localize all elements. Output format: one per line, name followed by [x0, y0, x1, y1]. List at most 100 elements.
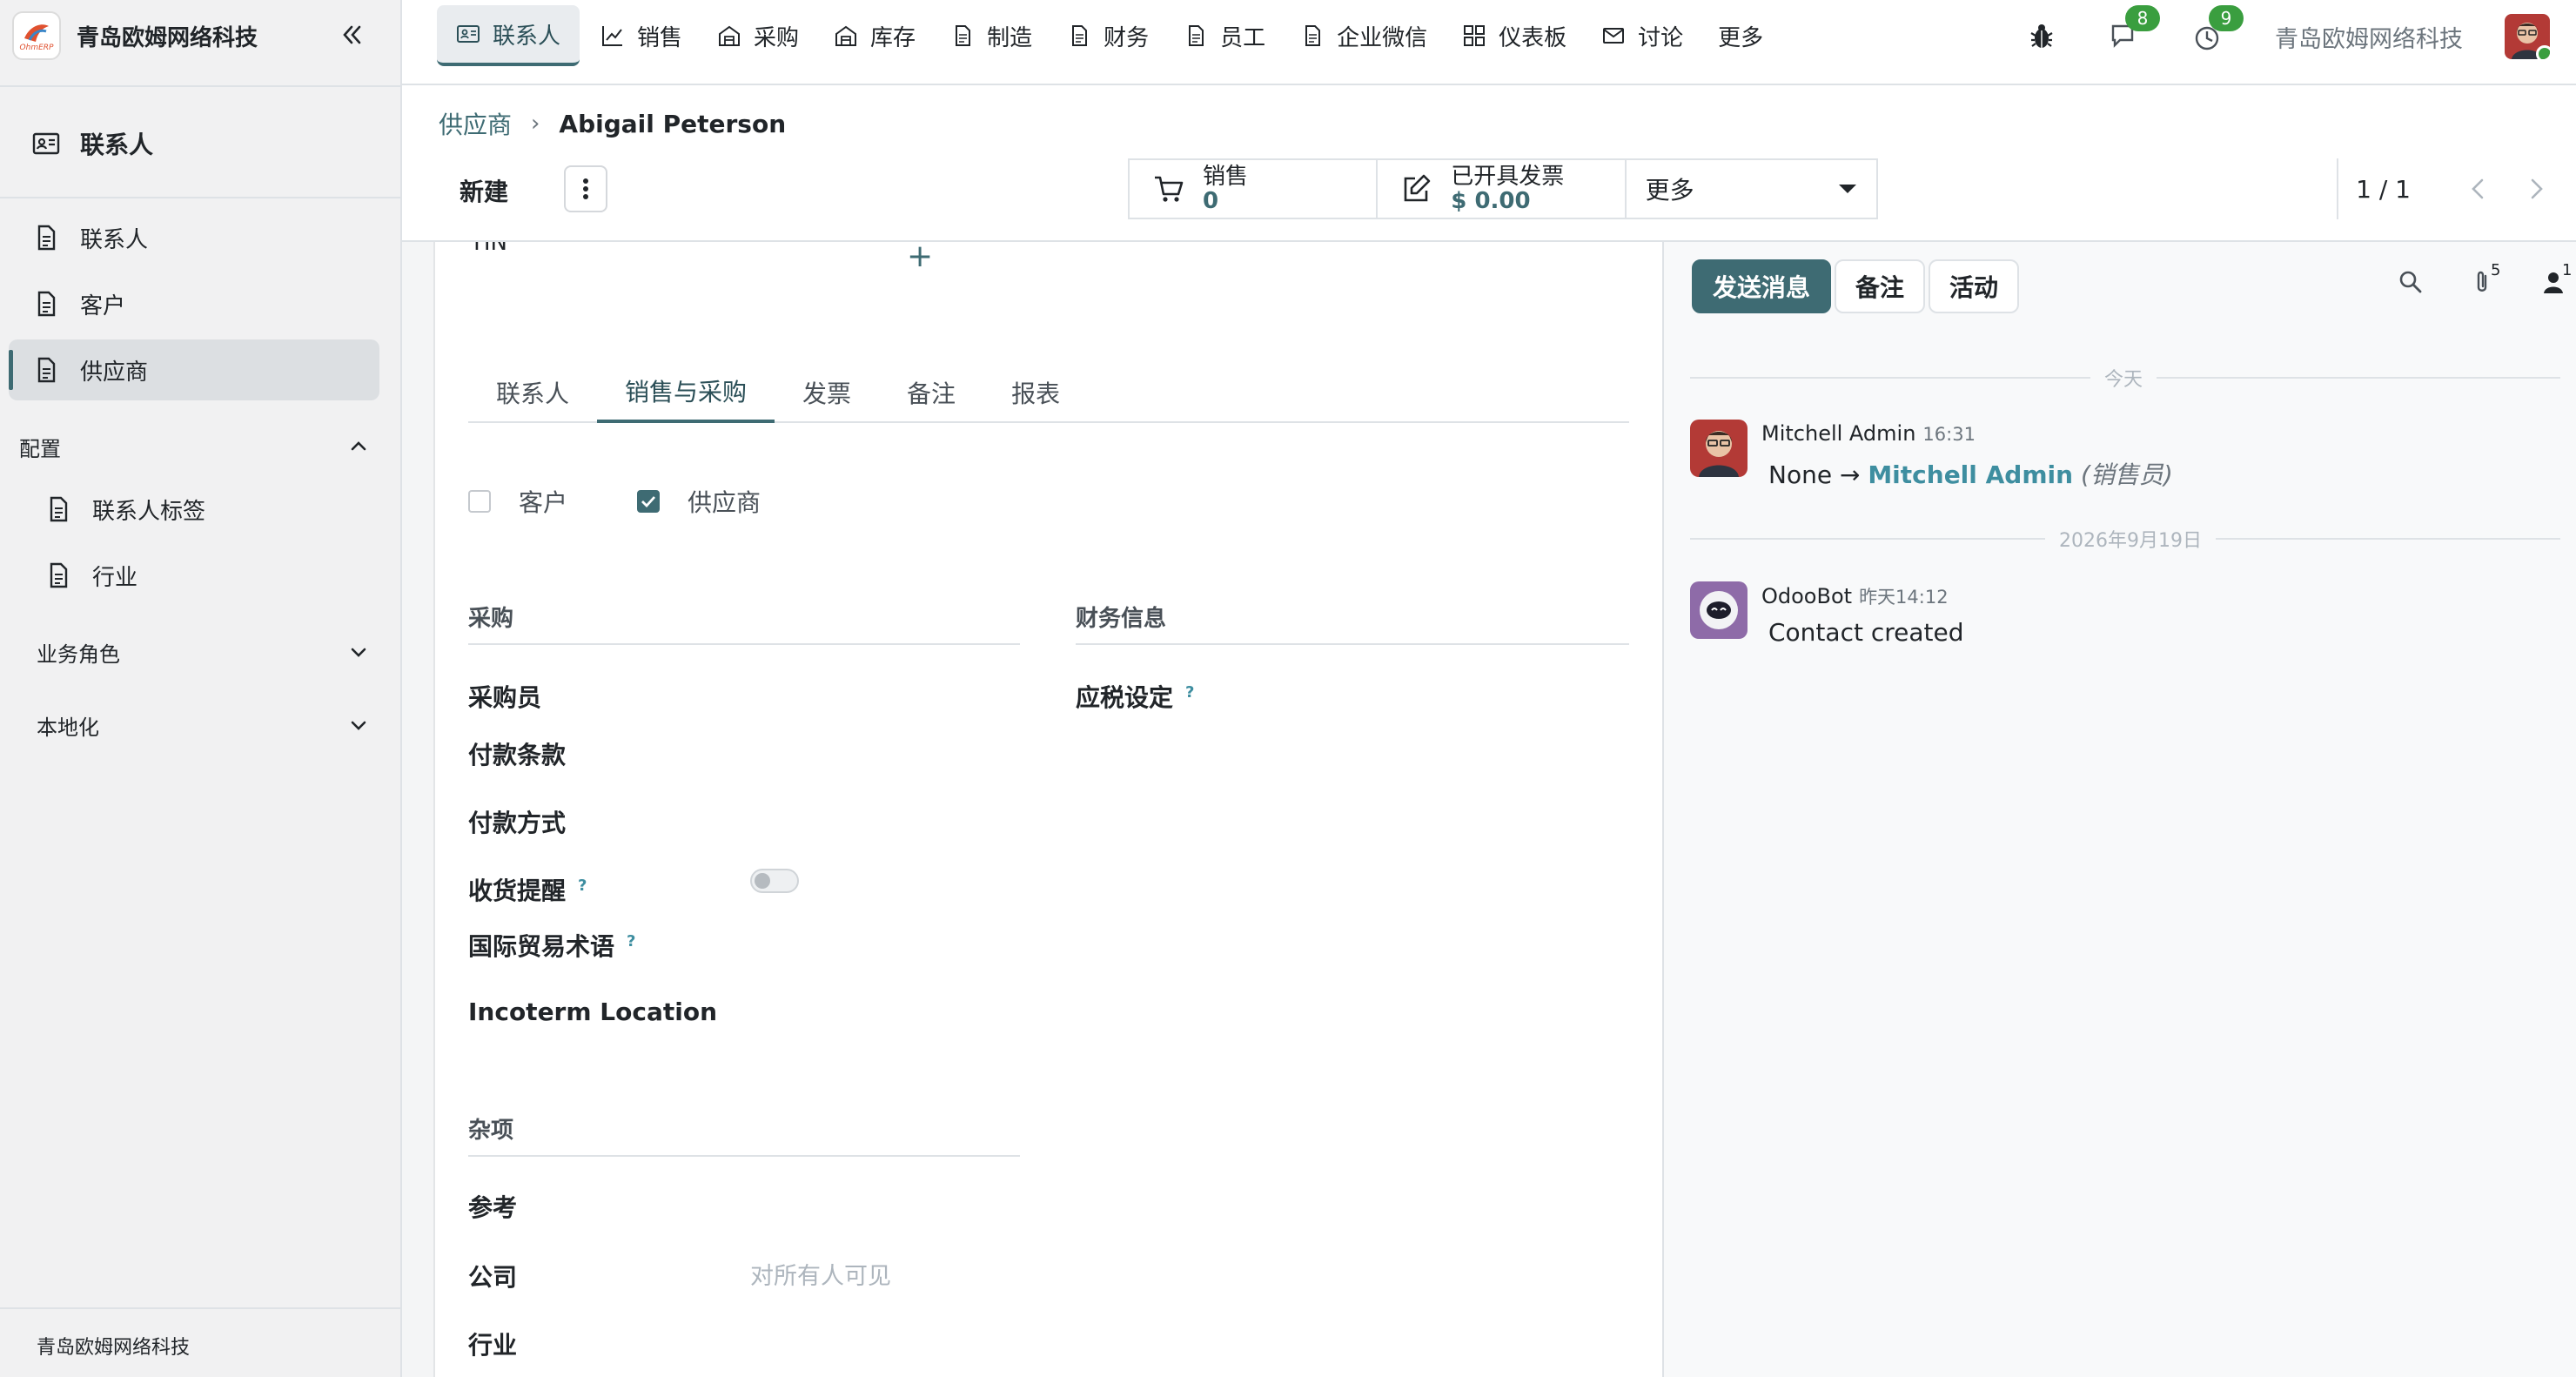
sidebar-item-contact-tags[interactable]: 联系人标签 [23, 479, 379, 540]
author-name[interactable]: OdooBot [1761, 584, 1852, 608]
smart-button-invoiced[interactable]: 已开具发票 $ 0.00 [1378, 160, 1627, 218]
document-icon [37, 357, 56, 383]
grid-icon [1464, 25, 1486, 46]
messages-icon[interactable]: 8 [2108, 5, 2160, 54]
paperclip-icon[interactable]: 5 [2468, 261, 2500, 296]
sidebar-item-suppliers[interactable]: 供应商 [9, 339, 379, 400]
customer-checkbox[interactable] [468, 490, 491, 513]
tab-notes[interactable]: 备注 [879, 362, 983, 423]
field-label-fiscal-position: 应税设定? [1076, 679, 1194, 714]
more-label: 更多 [1645, 176, 1694, 205]
log-note-button[interactable]: 备注 [1835, 259, 1926, 313]
add-plus-button[interactable]: + [907, 238, 933, 274]
chevron-down-icon [351, 648, 366, 657]
sidebar-item-contacts[interactable]: 联系人 [9, 207, 379, 268]
breadcrumb-current: Abigail Peterson [559, 109, 787, 138]
send-message-button[interactable]: 发送消息 [1692, 259, 1832, 313]
partner-type-checkboxes: 客户 供应商 [468, 484, 830, 519]
message-avatar-mitchell[interactable] [1690, 420, 1748, 477]
help-tooltip-icon[interactable]: ? [578, 877, 587, 895]
receipt-reminder-toggle[interactable] [750, 869, 799, 893]
label-text: 收货提醒 [468, 877, 567, 905]
followers-user-icon[interactable]: 1 [2539, 261, 2572, 296]
collapse-sidebar-icon[interactable] [338, 21, 366, 49]
field-label-buyer: 采购员 [468, 679, 541, 714]
menu-discuss[interactable]: 讨论 [1587, 5, 1697, 66]
menu-label: 库存 [870, 24, 916, 51]
field-label-company: 公司 [468, 1259, 517, 1293]
help-tooltip-icon[interactable]: ? [627, 932, 635, 950]
menu-wecom[interactable]: 企业微信 [1286, 5, 1441, 66]
pager-value[interactable]: 1 / 1 [2337, 158, 2411, 219]
smart-button-sales[interactable]: 销售 0 [1130, 160, 1379, 218]
customer-checkbox-label: 客户 [519, 488, 568, 517]
menu-label: 企业微信 [1337, 24, 1428, 51]
sidebar-footer-company[interactable]: 青岛欧姆网络科技 [37, 1332, 190, 1360]
activities-button[interactable]: 活动 [1929, 259, 2020, 313]
label-text: 采购员 [468, 683, 542, 712]
sidebar-section-config[interactable]: 配置 [19, 425, 378, 468]
supplier-checkbox[interactable] [637, 490, 661, 513]
label-text: 付款方式 [468, 809, 567, 837]
company-field-input[interactable]: 对所有人可见 [750, 1257, 891, 1291]
debug-bug-icon[interactable] [2024, 19, 2059, 54]
contact-card-icon [457, 25, 480, 43]
sidebar-section-localization[interactable]: 本地化 [37, 703, 378, 747]
menu-purchase[interactable]: 采购 [703, 5, 813, 66]
author-name[interactable]: Mitchell Admin [1761, 421, 1915, 446]
new-button[interactable]: 新建 [439, 167, 529, 214]
sidebar-section-label: 本地化 [37, 715, 99, 740]
tab-contacts[interactable]: 联系人 [468, 362, 597, 423]
label-text: Incoterm Location [468, 997, 718, 1026]
tab-reports[interactable]: 报表 [983, 362, 1088, 423]
menu-inventory[interactable]: 库存 [820, 5, 929, 66]
menu-label: 讨论 [1638, 24, 1684, 51]
menu-employees[interactable]: 员工 [1170, 5, 1279, 66]
field-label-payment-terms: 付款条款 [468, 736, 566, 771]
menu-dashboards[interactable]: 仪表板 [1448, 5, 1580, 66]
menu-manufacturing[interactable]: 制造 [936, 5, 1046, 66]
menu-accounting[interactable]: 财务 [1053, 5, 1163, 66]
actions-menu-button[interactable] [564, 165, 607, 212]
chatter-tools: 5 1 [2353, 261, 2572, 296]
menu-sales[interactable]: 销售 [587, 5, 696, 66]
message-avatar-odoobot[interactable] [1690, 581, 1748, 639]
pager-previous-icon[interactable] [2465, 175, 2492, 203]
menu-contacts[interactable]: 联系人 [437, 5, 580, 66]
building-icon [835, 25, 857, 46]
label-text: 参考 [468, 1193, 518, 1222]
app-menu: 联系人 销售 采购 库存 制造 财务 员工 企业微信 仪表板 讨论 更多 [437, 5, 1784, 66]
sidebar-app-label: 联系人 [80, 131, 154, 159]
bird-logo-icon [24, 24, 49, 42]
help-tooltip-icon[interactable]: ? [1185, 683, 1194, 702]
smart-buttons: 销售 0 已开具发票 $ 0.00 更多 [1128, 158, 1878, 219]
systray: 8 9 青岛欧姆网络科技 [2024, 5, 2550, 63]
label-text: 行业 [468, 1331, 518, 1360]
document-icon [37, 291, 56, 317]
checkmark-icon [641, 496, 656, 507]
search-icon[interactable] [2397, 268, 2425, 296]
sidebar-item-industries[interactable]: 行业 [23, 545, 379, 606]
document-icon [1189, 25, 1204, 46]
user-avatar[interactable] [2505, 14, 2550, 59]
company-switcher[interactable]: 青岛欧姆网络科技 [2275, 20, 2463, 54]
breadcrumb-suppliers-link[interactable]: 供应商 [439, 106, 512, 141]
sidebar-app-contacts[interactable]: 联系人 [9, 113, 379, 174]
sidebar-item-customers[interactable]: 客户 [9, 273, 379, 334]
date-separator-date: 2026年9月19日 [2045, 525, 2216, 553]
activities-clock-icon[interactable]: 9 [2191, 5, 2244, 54]
tab-sales-purchase[interactable]: 销售与采购 [597, 362, 775, 423]
tab-invoicing[interactable]: 发票 [775, 362, 879, 423]
label-text: 国际贸易术语 [468, 932, 615, 961]
edit-document-icon [1404, 174, 1431, 202]
menu-more[interactable]: 更多 [1704, 5, 1777, 66]
contact-card-icon [32, 132, 60, 155]
message-author: OdooBot 昨天14:12 [1761, 583, 1949, 609]
top-navbar: 联系人 销售 采购 库存 制造 财务 员工 企业微信 仪表板 讨论 更多 8 9… [402, 0, 2576, 85]
sidebar-section-roles[interactable]: 业务角色 [37, 630, 378, 674]
chart-line-icon [602, 26, 623, 46]
smart-button-more[interactable]: 更多 [1627, 160, 1876, 218]
pager-next-icon[interactable] [2522, 175, 2550, 203]
menu-label: 仪表板 [1499, 24, 1567, 51]
label-text: 公司 [468, 1263, 518, 1292]
